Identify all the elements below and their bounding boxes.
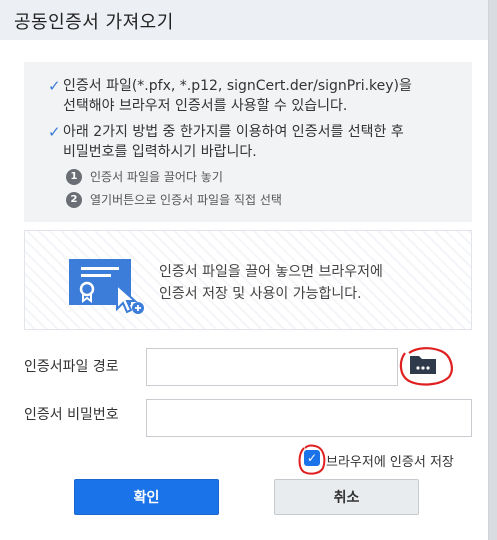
checkmark-icon: ✓ <box>48 77 61 95</box>
cancel-button[interactable]: 취소 <box>274 479 419 515</box>
save-to-browser-label[interactable]: 브라우저에 인증서 저장 <box>326 451 454 470</box>
instruction-text: 아래 2가지 방법 중 한가지를 이용하여 인증서를 선택한 후 비밀번호를 입… <box>63 124 404 160</box>
dialog-title: 공동인증서 가져오기 <box>0 0 488 40</box>
instruction-text: 인증서 파일(*.pfx, *.p12, signCert.der/signPr… <box>63 78 412 114</box>
step-item: 1 인증서 파일을 끌어다 놓기 <box>66 168 452 185</box>
step-number-badge: 2 <box>66 191 82 208</box>
annotation-circle <box>399 347 453 386</box>
password-label: 인증서 비밀번호 <box>24 407 119 423</box>
step-text: 인증서 파일을 끌어다 놓기 <box>90 170 223 184</box>
certificate-path-input[interactable] <box>146 348 398 386</box>
step-text: 열기버튼으로 인증서 파일을 직접 선택 <box>90 193 282 207</box>
step-number-badge: 1 <box>66 168 82 185</box>
certificate-password-input[interactable] <box>146 399 472 437</box>
annotation-circle <box>298 444 326 475</box>
save-to-browser-checkbox[interactable]: ✓ <box>298 444 326 475</box>
instruction-panel: ✓ 인증서 파일(*.pfx, *.p12, signCert.der/sign… <box>24 62 472 222</box>
certificate-drop-zone[interactable]: 인증서 파일을 끌어 놓으면 브라우저에 인증서 저장 및 사용이 가능합니다. <box>24 230 472 330</box>
checkmark-icon: ✓ <box>48 123 61 141</box>
instruction-bullet: ✓ 인증서 파일(*.pfx, *.p12, signCert.der/sign… <box>48 76 452 116</box>
drop-zone-text: 인증서 파일을 끌어 놓으면 브라우저에 인증서 저장 및 사용이 가능합니다. <box>159 264 383 302</box>
certificate-drag-icon <box>69 259 144 314</box>
step-item: 2 열기버튼으로 인증서 파일을 직접 선택 <box>66 191 452 208</box>
instruction-bullet: ✓ 아래 2가지 방법 중 한가지를 이용하여 인증서를 선택한 후 비밀번호를… <box>48 122 452 162</box>
path-label: 인증서파일 경로 <box>24 359 119 375</box>
confirm-button[interactable]: 확인 <box>74 479 219 515</box>
import-certificate-dialog: 공동인증서 가져오기 ✓ 인증서 파일(*.pfx, *.p12, signCe… <box>0 0 489 540</box>
